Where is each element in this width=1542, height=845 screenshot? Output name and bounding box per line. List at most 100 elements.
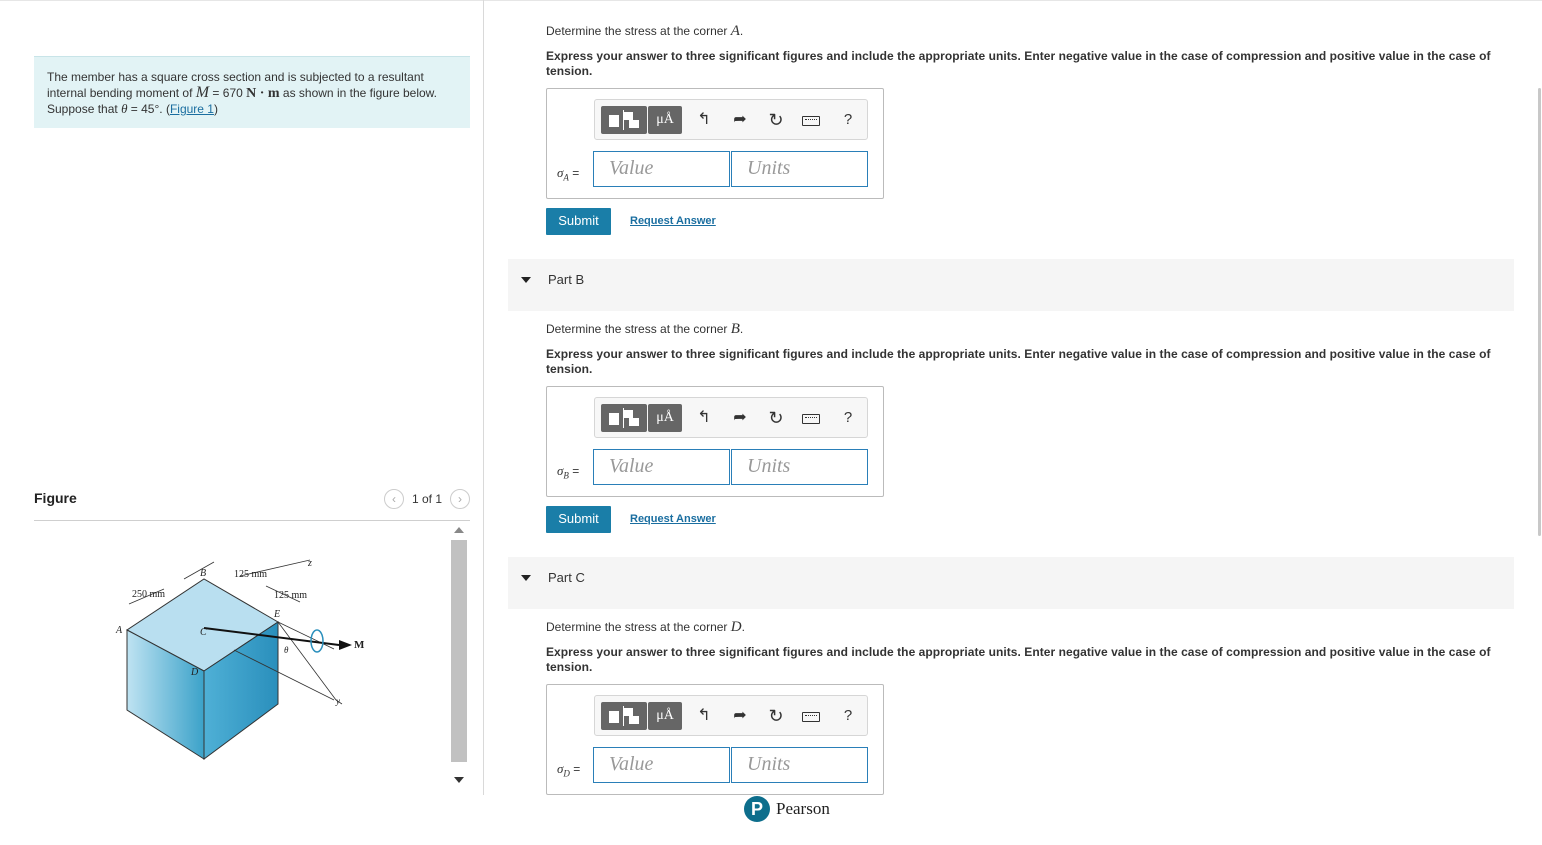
label-e: E: [273, 609, 280, 620]
units-button[interactable]: μÅ: [648, 106, 682, 134]
theta-value: = 45°: [127, 102, 160, 116]
prompt-text: Determine the stress at the corner: [546, 24, 731, 38]
collapse-icon[interactable]: [521, 277, 531, 283]
part-c-header[interactable]: Part C: [508, 557, 1514, 609]
part-b-answer-box: μÅ ↰ ➦ ↻ ? σB = Value Units: [546, 386, 884, 497]
part-c-answer-box: μÅ ↰ ➦ ↻ ? σD = Value Units: [546, 684, 884, 795]
viewport-bottom: [484, 795, 1542, 845]
label-theta: θ: [284, 645, 289, 655]
keyboard-icon[interactable]: [802, 414, 820, 424]
redo-icon[interactable]: ➦: [731, 408, 749, 428]
label-b: B: [200, 568, 206, 579]
top-border: [0, 0, 1542, 1]
prev-figure-button[interactable]: ‹: [383, 489, 404, 509]
undo-icon[interactable]: ↰: [695, 408, 713, 428]
template-button[interactable]: [601, 702, 647, 730]
y-axis: [277, 621, 337, 701]
label-c: C: [200, 627, 207, 638]
redo-icon[interactable]: ➦: [731, 110, 749, 130]
value-input[interactable]: Value: [593, 449, 730, 485]
problem-text: . (: [159, 102, 170, 116]
label-dim-2: 250 mm: [132, 589, 165, 600]
next-figure-button[interactable]: ›: [450, 489, 470, 509]
scroll-up-icon[interactable]: [454, 527, 464, 533]
part-b-header[interactable]: Part B: [508, 259, 1514, 311]
reset-icon[interactable]: ↻: [767, 408, 785, 428]
redo-icon[interactable]: ➦: [731, 706, 749, 726]
label-z: z: [307, 558, 312, 569]
request-answer-link[interactable]: Request Answer: [630, 215, 716, 227]
label-a: A: [115, 625, 123, 636]
cube-diagram: B 125 mm z 250 mm 125 mm E A C M θ D y: [115, 558, 365, 760]
moment-arrowhead: [339, 640, 352, 650]
problem-statement: The member has a square cross section an…: [34, 56, 470, 128]
pearson-logo-icon: P: [744, 796, 770, 822]
figure-title: Figure: [34, 490, 77, 506]
value-input[interactable]: Value: [593, 747, 730, 783]
problem-text: Suppose that: [47, 102, 122, 116]
scroll-down-icon[interactable]: [454, 777, 464, 783]
reset-icon[interactable]: ↻: [767, 110, 785, 130]
part-a-answer-box: μÅ ↰ ➦ ↻ ? σA = Value Units: [546, 88, 884, 199]
label-m: M: [354, 639, 365, 651]
keyboard-icon[interactable]: [802, 116, 820, 126]
submit-button[interactable]: Submit: [546, 506, 611, 533]
sigma-d-label: σD =: [557, 761, 580, 779]
prompt-text: Determine the stress at the corner: [546, 620, 731, 634]
value-input[interactable]: Value: [593, 151, 730, 187]
request-answer-link[interactable]: Request Answer: [630, 513, 716, 525]
label-y: y: [335, 696, 340, 706]
template-button[interactable]: [601, 404, 647, 432]
units-button[interactable]: μÅ: [648, 702, 682, 730]
problem-text: internal bending moment of: [47, 86, 196, 100]
page-scrollbar[interactable]: [1538, 88, 1541, 536]
undo-icon[interactable]: ↰: [695, 110, 713, 130]
keyboard-icon[interactable]: [802, 712, 820, 722]
help-button[interactable]: ?: [839, 408, 857, 428]
units-input[interactable]: Units: [731, 747, 868, 783]
math-toolbar: μÅ ↰ ➦ ↻ ?: [594, 397, 868, 438]
moment-value: = 670: [209, 86, 247, 100]
label-dim-1: 125 mm: [234, 569, 267, 580]
units-input[interactable]: Units: [731, 151, 868, 187]
equals-sign: =: [569, 762, 581, 776]
part-a-prompt: Determine the stress at the corner A.: [546, 23, 744, 39]
equals-sign: =: [568, 166, 580, 180]
sigma-b-label: σB =: [557, 463, 579, 481]
corner-symbol: B: [730, 321, 740, 337]
template-button[interactable]: [601, 106, 647, 134]
reset-icon[interactable]: ↻: [767, 706, 785, 726]
figure-header: Figure ‹ 1 of 1 ›: [34, 488, 470, 521]
label-dim-3: 125 mm: [274, 590, 307, 601]
units-input[interactable]: Units: [731, 449, 868, 485]
label-d: D: [190, 667, 199, 678]
problem-text: as shown in the figure below.: [279, 86, 438, 100]
collapse-icon[interactable]: [521, 575, 531, 581]
submit-button[interactable]: Submit: [546, 208, 611, 235]
sigma-a-label: σA =: [557, 165, 579, 183]
units-button[interactable]: μÅ: [648, 404, 682, 432]
corner-symbol: D: [730, 619, 742, 635]
pearson-brand: P Pearson: [744, 796, 830, 822]
corner-symbol: A: [730, 23, 740, 39]
part-b-prompt: Determine the stress at the corner B.: [546, 321, 744, 337]
figure-scrollbar[interactable]: [450, 524, 468, 786]
problem-text: ): [213, 102, 218, 116]
dim-line: [183, 561, 215, 580]
help-button[interactable]: ?: [839, 706, 857, 726]
problem-line-1: The member has a square cross section an…: [47, 70, 424, 84]
undo-icon[interactable]: ↰: [695, 706, 713, 726]
math-toolbar: μÅ ↰ ➦ ↻ ?: [594, 695, 868, 736]
scroll-thumb[interactable]: [451, 540, 467, 762]
figure-link[interactable]: Figure 1: [170, 102, 214, 116]
math-toolbar: μÅ ↰ ➦ ↻ ?: [594, 99, 868, 140]
part-c-prompt: Determine the stress at the corner D.: [546, 619, 745, 635]
prompt-text: Determine the stress at the corner: [546, 322, 731, 336]
problem-line-2: internal bending moment of M = 670 N · m…: [47, 85, 458, 102]
problem-line-3: Suppose that θ = 45°. (Figure 1): [47, 101, 458, 117]
help-button[interactable]: ?: [839, 110, 857, 130]
part-a-instruction: Express your answer to three significant…: [546, 49, 1491, 78]
equals-sign: =: [568, 464, 580, 478]
figure-pager: ‹ 1 of 1 ›: [383, 488, 470, 510]
moment-units: N · m: [246, 86, 280, 101]
